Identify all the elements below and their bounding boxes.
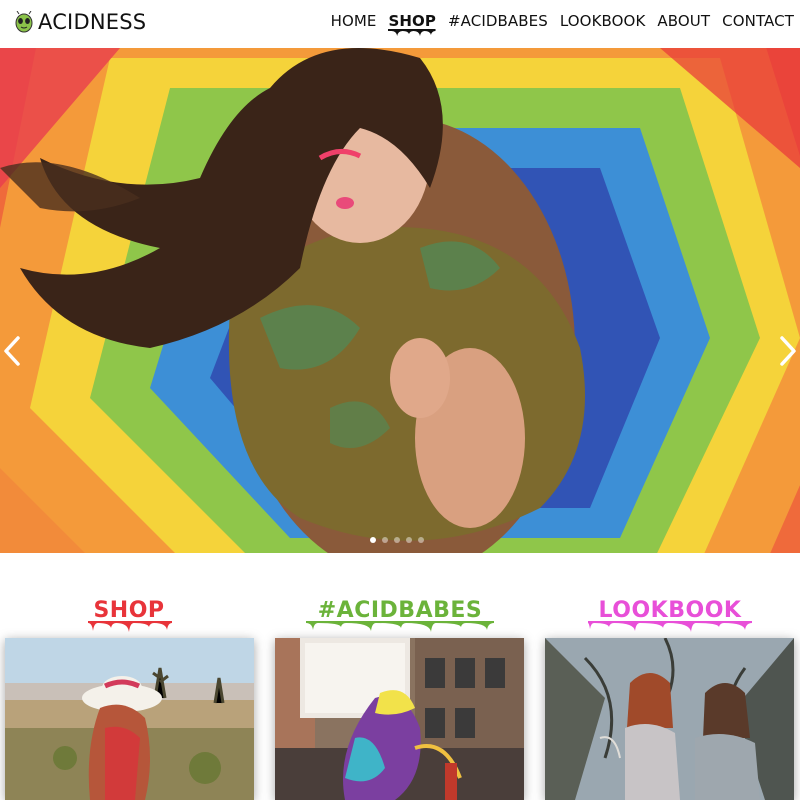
nav-acidbabes[interactable]: #ACIDBABES (448, 12, 548, 30)
slider-dot[interactable] (370, 537, 376, 543)
slider-dot[interactable] (394, 537, 400, 543)
drip-decoration (306, 621, 494, 632)
section-title-acidbabes: #ACIDBABES (317, 598, 483, 623)
drip-decoration (388, 29, 436, 36)
section-acidbabes[interactable]: #ACIDBABES (275, 598, 525, 623)
hero-slider (0, 48, 800, 553)
main-nav: HOME SHOP #ACIDBABES LOOKBOOK ABOUT CONT… (319, 12, 794, 36)
nav-shop-label: SHOP (388, 12, 436, 30)
drip-decoration (588, 621, 752, 632)
slider-dots (370, 537, 430, 543)
slider-dot[interactable] (406, 537, 412, 543)
lookbook-card-image (545, 638, 794, 800)
section-title-shop: SHOP (93, 598, 165, 623)
card-acidbabes[interactable] (275, 638, 524, 800)
section-shop[interactable]: SHOP (4, 598, 254, 623)
card-lookbook[interactable] (545, 638, 794, 800)
slider-dot[interactable] (382, 537, 388, 543)
drip-decoration (88, 621, 172, 632)
nav-lookbook[interactable]: LOOKBOOK (560, 12, 646, 30)
acidbabes-card-image (275, 638, 524, 800)
site-header: ACIDNESS HOME SHOP #ACIDBABES LOOKBOOK A… (0, 0, 800, 48)
chevron-left-icon[interactable] (2, 334, 22, 368)
nav-about[interactable]: ABOUT (657, 12, 710, 30)
slider-dot[interactable] (418, 537, 424, 543)
nav-home[interactable]: HOME (331, 12, 377, 30)
logo[interactable]: ACIDNESS (14, 10, 146, 34)
card-shop[interactable] (5, 638, 254, 800)
section-lookbook[interactable]: LOOKBOOK (545, 598, 795, 623)
nav-contact[interactable]: CONTACT (722, 12, 794, 30)
nav-shop[interactable]: SHOP (388, 12, 436, 36)
hero-image (0, 48, 800, 553)
alien-logo-icon (15, 11, 33, 33)
chevron-right-icon[interactable] (778, 334, 798, 368)
section-title-lookbook: LOOKBOOK (598, 598, 742, 623)
shop-card-image (5, 638, 254, 800)
logo-text: ACIDNESS (38, 10, 147, 34)
